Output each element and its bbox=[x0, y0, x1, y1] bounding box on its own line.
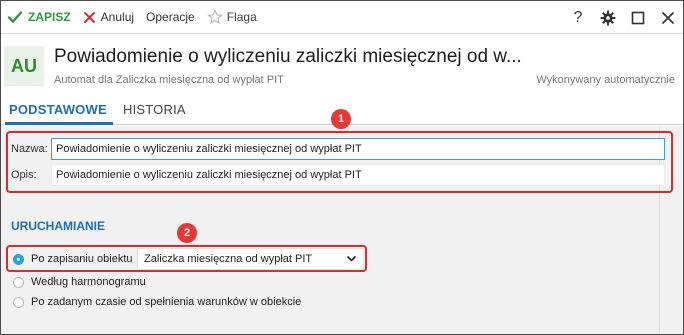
operations-button[interactable]: Operacje bbox=[146, 1, 195, 34]
radio-label-delay: Po zadanym czasie od spełnienia warunków… bbox=[31, 296, 302, 308]
radio-delay[interactable]: Po zadanym czasie od spełnienia warunków… bbox=[13, 296, 301, 308]
annotation-badge-2: 2 bbox=[177, 223, 197, 243]
name-label: Nazwa: bbox=[11, 143, 48, 155]
help-icon[interactable]: ? bbox=[563, 1, 593, 34]
trigger-section-title: URUCHAMIANIE bbox=[11, 219, 105, 233]
description-row: Opis: bbox=[11, 164, 51, 186]
star-icon bbox=[206, 9, 223, 25]
radio-label-schedule: Według harmonogramu bbox=[31, 276, 146, 288]
name-row: Nazwa: bbox=[11, 138, 51, 160]
type-badge: AU bbox=[4, 46, 44, 86]
page-title: Powiadomienie o wyliczeniu zaliczki mies… bbox=[54, 46, 522, 67]
page-subtitle: Automat dla Zaliczka miesięczna od wypła… bbox=[54, 74, 284, 86]
active-tab-indicator bbox=[5, 122, 113, 125]
radio-button[interactable] bbox=[13, 276, 24, 288]
check-icon bbox=[7, 9, 23, 25]
object-select[interactable]: Zaliczka miesięczna od wypłat PIT bbox=[137, 248, 364, 270]
flag-label: Flaga bbox=[226, 10, 257, 24]
record-header: AU Powiadomienie o wyliczeniu zaliczki m… bbox=[1, 34, 683, 94]
execution-status: Wykonywany automatycznie bbox=[536, 74, 675, 86]
maximize-icon[interactable] bbox=[623, 1, 653, 34]
radio-after-save[interactable]: Po zapisaniu obiektu bbox=[13, 253, 133, 265]
close-window-icon[interactable] bbox=[653, 1, 683, 34]
save-button[interactable]: ZAPISZ bbox=[7, 1, 71, 34]
operations-label: Operacje bbox=[146, 10, 195, 24]
chevron-down-icon bbox=[346, 253, 357, 267]
description-label: Opis: bbox=[11, 169, 37, 181]
cancel-label: Anuluj bbox=[100, 10, 135, 24]
gear-icon[interactable] bbox=[593, 1, 623, 34]
help-icon-glyph: ? bbox=[573, 8, 583, 26]
flag-button[interactable]: Flaga bbox=[206, 1, 257, 34]
tab-basic[interactable]: PODSTAWOWE bbox=[9, 102, 107, 117]
radio-label-after-save: Po zapisaniu obiektu bbox=[31, 253, 133, 265]
save-label: ZAPISZ bbox=[28, 10, 71, 24]
radio-schedule[interactable]: Według harmonogramu bbox=[13, 276, 146, 288]
object-select-value: Zaliczka miesięczna od wypłat PIT bbox=[144, 253, 313, 265]
window: ZAPISZ Anuluj Operacje Flaga ? AU Powiad… bbox=[0, 0, 684, 335]
close-icon bbox=[83, 11, 96, 24]
name-input[interactable] bbox=[51, 138, 665, 160]
radio-button-selected[interactable] bbox=[13, 253, 24, 265]
annotation-badge-1: 1 bbox=[331, 109, 351, 129]
tab-history[interactable]: HISTORIA bbox=[123, 102, 186, 117]
radio-button[interactable] bbox=[13, 296, 24, 308]
toolbar: ZAPISZ Anuluj Operacje Flaga ? bbox=[1, 1, 683, 34]
description-input[interactable] bbox=[51, 164, 665, 186]
cancel-button[interactable]: Anuluj bbox=[83, 1, 134, 34]
